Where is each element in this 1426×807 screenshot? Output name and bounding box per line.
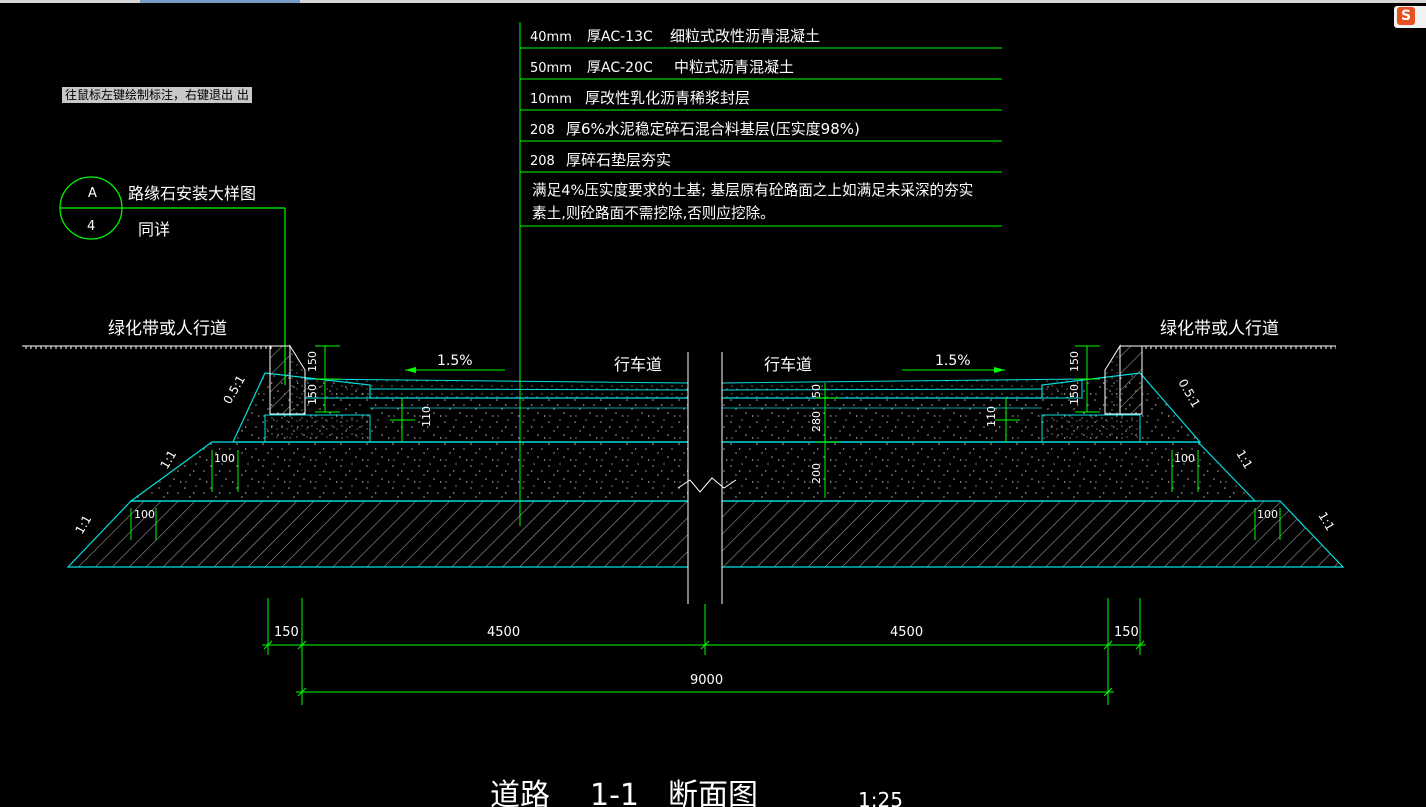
side-label-right: 绿化带或人行道 [1160, 319, 1279, 339]
base-slope-left: 1:1 [72, 513, 94, 537]
slope-right: 1.5% [935, 353, 971, 369]
command-tooltip: 往鼠标左键绘制标注，右键退出 出 [62, 87, 252, 103]
dim-s100c: 100 [134, 508, 155, 521]
fill-slope-right: 1:1 [1233, 448, 1255, 472]
slope-left: 1.5% [437, 353, 473, 369]
asphalt-right [721, 378, 1083, 399]
layer-table-text: 40mm 厚AC-13C 细粒式改性沥青混凝土 50mm 厚AC-20C 中粒式… [530, 27, 973, 222]
layer-2-thickness: 50mm [530, 61, 572, 76]
layer-4-thickness: 208 [530, 123, 555, 138]
dim-curb-h2: 150 [306, 384, 319, 405]
detail-sub: 同详 [138, 220, 170, 239]
dim-w4500-left: 4500 [487, 625, 520, 640]
ground-hatch-left [22, 346, 274, 352]
batter-left: 0.5:1 [220, 373, 248, 407]
curb-right [1119, 345, 1143, 415]
dim-curb-h3: 150 [1068, 351, 1081, 372]
title-number: 1-1 [590, 778, 639, 807]
curb-bed-left [264, 414, 371, 443]
drawing-title: 道路 1-1 断面图 1:25 [490, 778, 903, 807]
detail-circle-top: A [88, 186, 97, 201]
detail-circle-bottom: 4 [87, 219, 95, 234]
side-label-left: 绿化带或人行道 [108, 319, 227, 339]
layer-1-desc: 细粒式改性沥青混凝土 [670, 27, 820, 45]
dim-w150-left: 150 [274, 625, 299, 640]
layer-5-thickness: 208 [530, 154, 555, 169]
dim-l110: 110 [420, 406, 433, 427]
curb-left [269, 345, 291, 415]
dim-r50: 50 [810, 384, 823, 398]
detail-callout[interactable]: A 4 路缘石安装大样图 同详 [59, 176, 286, 385]
layer-5-desc: 厚碎石垫层夯实 [566, 151, 671, 169]
width-dimension-text: 150 4500 4500 150 9000 [274, 625, 1139, 688]
dim-s100d: 100 [1257, 508, 1278, 521]
dim-r200: 200 [810, 463, 823, 484]
dim-r280: 280 [810, 411, 823, 432]
layer-4-desc: 厚6%水泥稳定碎石混合料基层(压实度98%) [566, 120, 860, 138]
lane-label-left: 行车道 [614, 355, 662, 374]
dim-total: 9000 [690, 673, 723, 688]
layer-2-material: 厚AC-20C [587, 60, 653, 76]
lane-label-right: 行车道 [764, 355, 812, 374]
dim-curb-h1: 150 [306, 351, 319, 372]
dim-s100a: 100 [214, 452, 235, 465]
curb-bed-right [1041, 414, 1141, 443]
cad-drawing[interactable]: 40mm 厚AC-13C 细粒式改性沥青混凝土 50mm 厚AC-20C 中粒式… [0, 0, 1426, 807]
dim-s100b: 100 [1174, 452, 1195, 465]
dim-w4500-right: 4500 [890, 625, 923, 640]
layer-2-desc: 中粒式沥青混凝土 [674, 58, 794, 76]
layer-1-material: 厚AC-13C [587, 29, 653, 45]
layer-3-desc: 厚改性乳化沥青稀浆封层 [585, 89, 750, 107]
width-dimensions [262, 598, 1146, 705]
layer-1-thickness: 40mm [530, 30, 572, 45]
asphalt-left [304, 378, 689, 399]
cross-section [66, 344, 1345, 604]
batter-right: 0.5:1 [1175, 377, 1203, 411]
center-break [688, 352, 722, 604]
layer-3-thickness: 10mm [530, 92, 572, 107]
detail-title: 路缘石安装大样图 [128, 184, 256, 203]
title-suffix: 断面图 [668, 778, 758, 807]
note-line-2: 素土,则砼路面不需挖除,否则应挖除。 [532, 204, 775, 222]
dim-curb-h4: 150 [1068, 384, 1081, 405]
dim-w150-right: 150 [1114, 625, 1139, 640]
title-scale: 1:25 [858, 788, 903, 807]
base-slope-right: 1:1 [1315, 510, 1337, 534]
note-line-1: 满足4%压实度要求的土基; 基层原有砼路面之上如满足未采深的夯实 [532, 182, 973, 199]
title-name: 道路 [490, 778, 550, 807]
ground-hatch-right [1142, 346, 1336, 352]
dim-r110: 110 [985, 406, 998, 427]
